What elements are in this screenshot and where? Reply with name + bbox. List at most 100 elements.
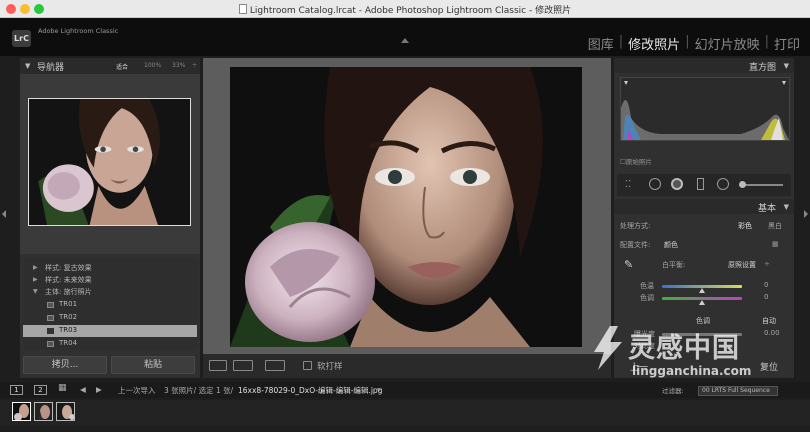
disclosure-arrow-icon[interactable]: ▶ [33, 276, 38, 283]
document-icon [238, 4, 247, 14]
eyedropper-icon[interactable]: ✎ [624, 258, 633, 271]
radial-filter-icon[interactable] [717, 178, 729, 190]
collapse-left-panel-icon[interactable] [2, 210, 6, 218]
profile-dropdown[interactable]: 颜色 [664, 240, 678, 250]
preset-icon [47, 302, 54, 308]
filmstrip-count: 3 张照片/ 选定 1 张/ [164, 386, 234, 395]
histogram-header[interactable]: 直方图 ▼ [614, 58, 794, 73]
zoom-33[interactable]: 33% [172, 62, 185, 69]
spot-removal-icon[interactable] [649, 178, 661, 190]
thumbnail-image [13, 403, 30, 420]
disclosure-arrow-down-icon[interactable]: ▼ [33, 288, 38, 295]
graduated-filter-icon[interactable] [697, 178, 704, 190]
navigator-header[interactable]: ▼ 导航器 适合 100% 33% ÷ [20, 58, 200, 74]
disclosure-arrow-icon[interactable]: ▶ [33, 264, 38, 271]
zoom-menu-icon[interactable]: ÷ [192, 62, 197, 69]
main-photo[interactable] [230, 67, 582, 347]
preset-folder[interactable]: ▶ 样式: 未来效果 [23, 274, 197, 286]
histogram-graph [621, 78, 789, 140]
module-library[interactable]: 图库 [588, 34, 614, 53]
navigator-preview[interactable] [20, 74, 200, 254]
collapse-top-panel-icon[interactable] [401, 38, 409, 43]
before-after-button[interactable] [233, 360, 253, 371]
module-separator: | [764, 34, 769, 49]
presets-list: ▶ 样式: 复古效果 ▶ 样式: 未来效果 ▼ 主体: 旅行照片 TR01 TR… [23, 258, 197, 350]
crop-tool-icon[interactable]: ⁚⁚ [625, 179, 631, 190]
preset-folder[interactable]: ▶ 样式: 复古效果 [23, 262, 197, 274]
histogram[interactable] [620, 77, 790, 141]
basic-header[interactable]: 基本 ▼ [614, 199, 794, 214]
thumbnail-image [57, 403, 74, 420]
portrait-image [29, 99, 190, 225]
brush-slider-icon[interactable] [741, 184, 783, 186]
copy-settings-button[interactable]: 拷贝... [23, 356, 107, 374]
filmstrip-thumbnail[interactable] [12, 402, 31, 421]
thumbnail-image [35, 403, 52, 420]
basic-title: 基本 [757, 204, 776, 214]
treatment-bw-button[interactable]: 黑白 [768, 221, 782, 231]
window-title: Lightroom Catalog.lrcat - Adobe Photosho… [0, 3, 810, 16]
tool-strip: ⁚⁚ [617, 174, 791, 196]
portrait-image [230, 67, 582, 347]
identity-plate: LrC Adobe Lightroom Classic 图库 | 修改照片 | … [0, 18, 810, 56]
tint-slider-knob[interactable] [699, 300, 705, 305]
temp-slider-knob[interactable] [699, 288, 705, 293]
collapse-right-panel-icon[interactable] [804, 210, 808, 218]
navigator-title: 导航器 [37, 63, 65, 73]
module-separator: | [685, 34, 690, 49]
tint-value[interactable]: 0 [764, 293, 768, 301]
main-image-area[interactable] [203, 58, 611, 354]
disclosure-triangle-icon[interactable]: ▼ [784, 62, 789, 70]
main-window-button[interactable]: 1 [10, 385, 23, 395]
module-picker: 图库 | 修改照片 | 幻灯片放映 | 打印 [588, 34, 800, 53]
loupe-view-button[interactable] [209, 360, 227, 371]
soft-proof-label: 软打样 [317, 362, 343, 372]
window-titlebar: Lightroom Catalog.lrcat - Adobe Photosho… [0, 0, 810, 18]
watermark-url: lingganchina.com [632, 364, 752, 378]
watermark-cn: 灵感中国 [628, 333, 740, 364]
disclosure-triangle-icon[interactable]: ▼ [784, 203, 789, 211]
preset-icon [47, 341, 54, 347]
original-photo-toggle[interactable]: ☐原始照片 [620, 156, 652, 166]
forward-arrow-icon[interactable]: ▶ [96, 385, 102, 394]
filmstrip-thumbnail[interactable] [56, 402, 75, 421]
grid-view-icon[interactable]: ▦ [58, 383, 67, 393]
treatment-color-button[interactable]: 彩色 [738, 221, 752, 231]
filmstrip [0, 400, 810, 426]
preset-folder-open[interactable]: ▼ 主体: 旅行照片 [23, 286, 197, 298]
histogram-title: 直方图 [748, 63, 776, 73]
filmstrip-filename[interactable]: 16xx8-78029-0_DxO-编辑-编辑-编辑.jpg [238, 385, 382, 396]
preset-icon [47, 328, 54, 334]
red-eye-icon[interactable] [671, 178, 683, 190]
zoom-fit[interactable]: 适合 [116, 62, 128, 71]
app-name: Adobe Lightroom Classic [38, 27, 119, 35]
preset-item[interactable]: TR02 [23, 312, 197, 324]
before-after-split-button[interactable] [265, 360, 285, 371]
preset-item[interactable]: TR04 [23, 338, 197, 350]
dropdown-arrow-icon[interactable]: ÷ [764, 260, 770, 268]
soft-proof-checkbox[interactable] [303, 361, 312, 370]
module-slideshow[interactable]: 幻灯片放映 [695, 34, 760, 53]
watermark-logo-icon [594, 326, 622, 370]
profile-browser-icon[interactable]: ▦ [772, 240, 779, 248]
disclosure-triangle-icon[interactable]: ▼ [25, 62, 30, 70]
left-panel: ▼ 导航器 适合 100% 33% ÷ ▶ 样式: 复古效果 ▶ 样式: 未来效… [20, 58, 200, 378]
filmstrip-source[interactable]: 上一次导入 [118, 385, 156, 396]
filename-dropdown-icon[interactable]: ▾ [377, 385, 381, 394]
module-develop[interactable]: 修改照片 [628, 34, 680, 53]
secondary-window-button[interactable]: 2 [34, 385, 47, 395]
zoom-100[interactable]: 100% [144, 62, 161, 69]
brush-slider-knob-icon[interactable] [739, 181, 746, 188]
navigator-thumbnail[interactable] [28, 98, 191, 226]
module-separator: | [618, 34, 624, 49]
module-print[interactable]: 打印 [774, 34, 800, 53]
preset-item[interactable]: TR01 [23, 299, 197, 311]
filmstrip-thumbnail[interactable] [34, 402, 53, 421]
back-arrow-icon[interactable]: ◀ [80, 385, 86, 394]
white-balance-dropdown[interactable]: 原照设置 [728, 260, 756, 270]
temp-value[interactable]: 0 [764, 281, 768, 289]
preset-item-selected[interactable]: TR03 [23, 325, 197, 337]
preset-icon [47, 315, 54, 321]
lrc-logo: LrC [12, 30, 31, 47]
paste-settings-button[interactable]: 粘贴 [111, 356, 195, 374]
